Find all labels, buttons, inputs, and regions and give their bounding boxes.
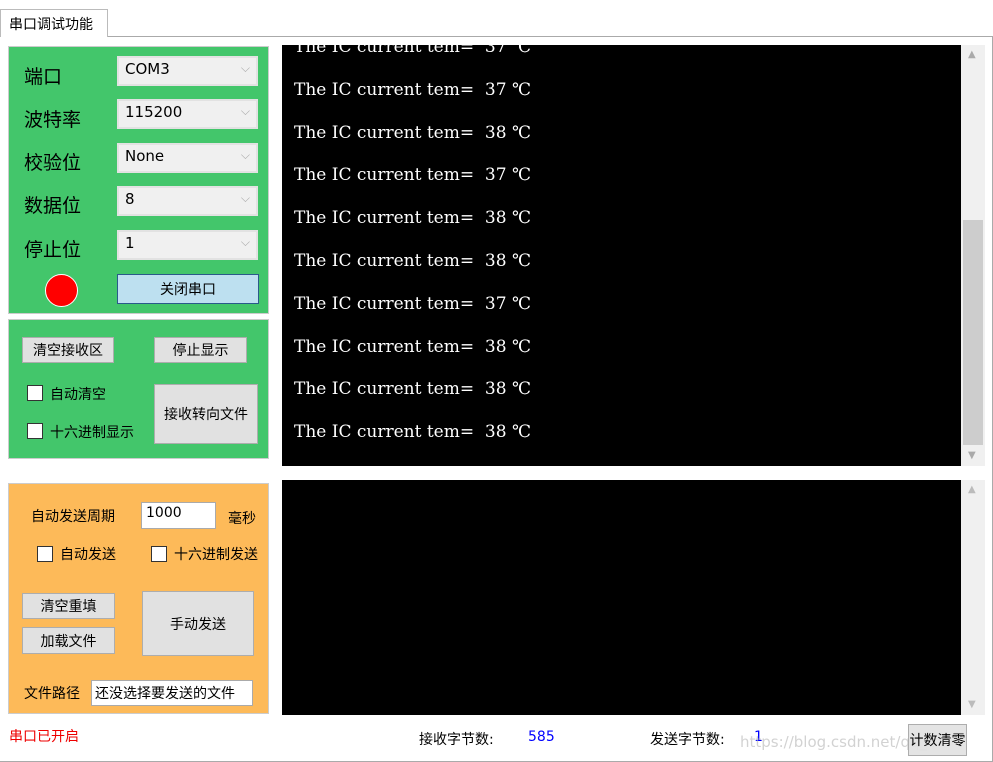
parity-label: 校验位 <box>24 152 82 174</box>
period-input[interactable]: 1000 <box>141 502 216 529</box>
load-file-button[interactable]: 加载文件 <box>22 627 115 654</box>
scroll-up-icon[interactable]: ▲ <box>968 49 976 60</box>
receive-line: The IC current tem= 37 ℃ <box>294 45 531 57</box>
scroll-thumb[interactable] <box>963 220 983 445</box>
port-state-text: 串口已开启 <box>9 729 79 745</box>
port-select[interactable]: COM3 ⌵ <box>117 56 258 86</box>
auto-send-label: 自动发送 <box>60 547 116 563</box>
auto-clear-checkbox[interactable] <box>27 385 43 401</box>
receive-scrollbar[interactable]: ▲ ▼ <box>961 45 985 466</box>
receive-line: The IC current tem= 38 ℃ <box>294 422 531 443</box>
send-scrollbar[interactable]: ▲ ▼ <box>961 480 985 715</box>
baud-select[interactable]: 115200 ⌵ <box>117 99 258 129</box>
chevron-down-icon: ⌵ <box>240 191 250 205</box>
databits-value: 8 <box>125 190 135 208</box>
clear-send-button[interactable]: 清空重填 <box>22 593 115 619</box>
auto-clear-label: 自动清空 <box>50 387 106 403</box>
scroll-down-icon[interactable]: ▼ <box>968 699 976 710</box>
receive-to-file-button[interactable]: 接收转向文件 <box>154 384 258 444</box>
receive-line: The IC current tem= 38 ℃ <box>294 208 531 229</box>
parity-value: None <box>125 147 165 165</box>
chevron-down-icon: ⌵ <box>240 148 250 162</box>
receive-line: The IC current tem= 38 ℃ <box>294 251 531 271</box>
stopbits-label: 停止位 <box>24 239 82 261</box>
close-port-button[interactable]: 关闭串口 <box>117 274 259 304</box>
reset-count-button[interactable]: 计数清零 <box>908 724 967 756</box>
port-value: COM3 <box>125 60 170 78</box>
baud-value: 115200 <box>125 103 183 121</box>
chevron-down-icon: ⌵ <box>240 104 250 118</box>
receive-line: The IC current tem= 37 ℃ <box>294 293 531 314</box>
manual-send-button[interactable]: 手动发送 <box>142 591 254 656</box>
send-textarea[interactable] <box>282 480 961 715</box>
port-status-indicator <box>45 274 78 307</box>
port-label: 端口 <box>24 66 63 88</box>
file-path-input[interactable]: 还没选择要发送的文件 <box>91 680 253 706</box>
send-options-panel: 自动发送周期 1000 毫秒 自动发送 十六进制发送 清空重填 加载文件 手动发… <box>8 483 269 714</box>
databits-select[interactable]: 8 ⌵ <box>117 186 258 216</box>
receive-options-panel: 清空接收区 停止显示 自动清空 十六进制显示 接收转向文件 <box>8 319 269 459</box>
receive-line: The IC current tem= 37 ℃ <box>294 165 531 186</box>
receive-textarea[interactable]: The IC current tem= 37 ℃ The IC current t… <box>282 45 961 466</box>
receive-line: The IC current tem= 38 ℃ <box>294 336 531 357</box>
file-path-label: 文件路径 <box>24 686 80 702</box>
chevron-down-icon: ⌵ <box>240 235 250 249</box>
rx-count-value: 585 <box>528 729 555 745</box>
tab-serial-debug[interactable]: 串口调试功能 <box>0 9 108 37</box>
rx-count-label: 接收字节数: <box>419 732 494 748</box>
stopbits-value: 1 <box>125 234 135 252</box>
period-unit: 毫秒 <box>228 511 256 527</box>
stopbits-select[interactable]: 1 ⌵ <box>117 230 258 260</box>
databits-label: 数据位 <box>24 195 82 217</box>
stop-display-button[interactable]: 停止显示 <box>154 337 247 363</box>
hex-send-checkbox[interactable] <box>151 546 167 562</box>
clear-receive-button[interactable]: 清空接收区 <box>22 337 114 363</box>
scroll-down-icon[interactable]: ▼ <box>968 450 976 461</box>
hex-display-label: 十六进制显示 <box>50 425 134 441</box>
hex-send-label: 十六进制发送 <box>174 547 258 563</box>
chevron-down-icon: ⌵ <box>240 61 250 75</box>
period-label: 自动发送周期 <box>31 509 115 525</box>
port-settings-panel: 端口 波特率 校验位 数据位 停止位 COM3 ⌵ 115200 ⌵ None ⌵ 8… <box>8 46 269 314</box>
baud-label: 波特率 <box>24 109 82 131</box>
receive-line: The IC current tem= 37 ℃ <box>294 79 531 100</box>
auto-send-checkbox[interactable] <box>37 546 53 562</box>
scroll-up-icon[interactable]: ▲ <box>968 484 976 495</box>
hex-display-checkbox[interactable] <box>27 423 43 439</box>
parity-select[interactable]: None ⌵ <box>117 143 258 173</box>
receive-line: The IC current tem= 38 ℃ <box>294 122 531 143</box>
receive-line: The IC current tem= 38 ℃ <box>294 379 531 400</box>
tx-count-label: 发送字节数: <box>650 732 725 748</box>
